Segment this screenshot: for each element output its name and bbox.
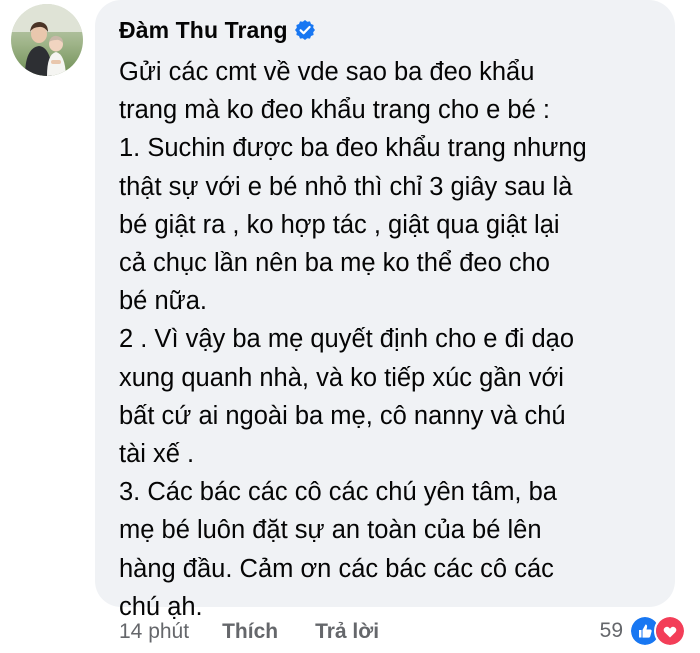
comment-line: cả chục lần nên ba mẹ ko thể đeo cho <box>119 249 550 278</box>
avatar-photo <box>11 4 83 76</box>
comment-line: 3. Các bác các cô các chú yên tâm, ba <box>119 478 557 507</box>
comment-line: tài xế . <box>119 440 195 469</box>
comment-line: bất cứ ai ngoài ba mẹ, cô nanny và chú <box>119 401 566 430</box>
author-name[interactable]: Đàm Thu Trang <box>119 17 288 44</box>
like-button[interactable]: Thích <box>222 620 278 644</box>
avatar[interactable] <box>11 4 83 76</box>
comment-line: Gửi các cmt về vde sao ba đeo khẩu <box>119 58 535 86</box>
love-reaction-icon <box>654 615 686 647</box>
reply-button[interactable]: Trả lời <box>315 620 379 644</box>
comment-line: trang mà ko đeo khẩu trang cho e bé : <box>119 96 550 125</box>
comment-actions: 14 phút Thích Trả lời <box>119 617 379 647</box>
comment-line: bé giật ra , ko hợp tác , giật qua giật … <box>119 210 560 239</box>
verified-badge-icon <box>294 19 316 41</box>
comment-line: xung quanh nhà, và ko tiếp xúc gần với <box>119 363 564 392</box>
reaction-icons <box>629 615 686 647</box>
comment-timestamp[interactable]: 14 phút <box>119 620 189 644</box>
reaction-summary[interactable]: 59 <box>600 615 686 647</box>
comment-line: hàng đầu. Cảm ơn các bác các cô các <box>119 554 554 583</box>
comment-line: 2 . Vì vậy ba mẹ quyết định cho e đi dạo <box>119 325 575 354</box>
comment-header: Đàm Thu Trang <box>119 13 316 47</box>
comment-line: mẹ bé luôn đặt sự an toàn của bé lên <box>119 516 542 545</box>
reaction-count: 59 <box>599 619 623 642</box>
comment-text: Gửi các cmt về vde sao ba đeo khẩu trang… <box>119 53 671 626</box>
comment-line: thật sự với e bé nhỏ thì chỉ 3 giây sau … <box>119 172 573 201</box>
comment-line: 1. Suchin được ba đeo khẩu trang nhưng <box>119 134 587 163</box>
comment-line: bé nữa. <box>119 287 207 316</box>
